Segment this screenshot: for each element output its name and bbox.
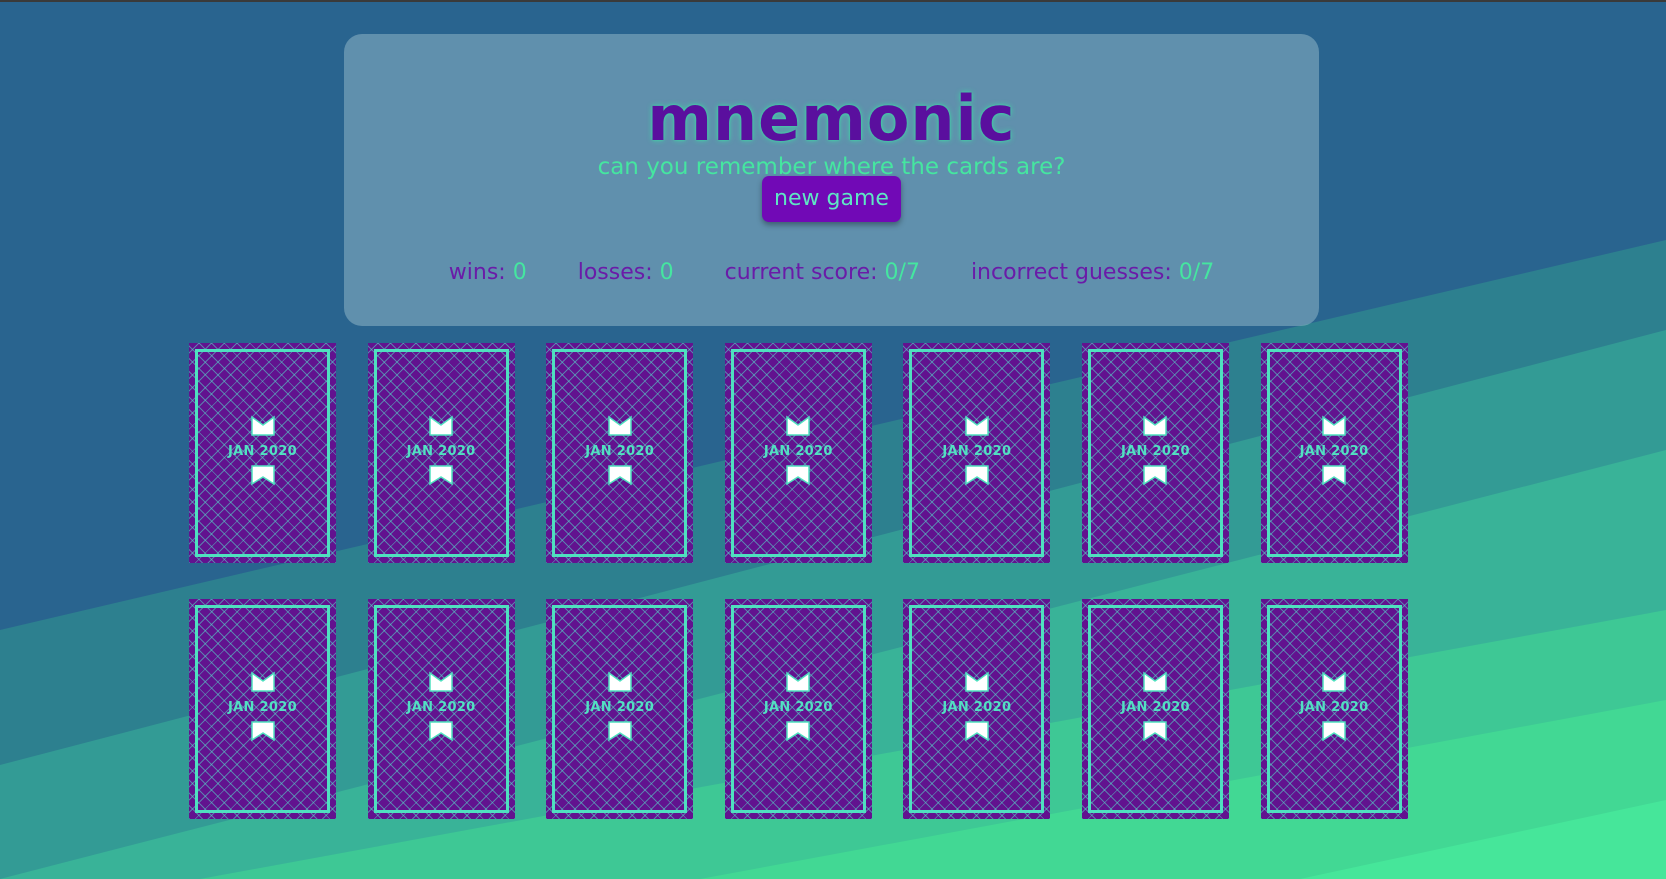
card-grid: JAN 2020 JAN 2020 JAN 2020 JAN 2020 JAN 2020… [189,343,1409,820]
memory-card[interactable]: JAN 2020 [903,343,1051,563]
crown-flag-icon [725,415,872,441]
card-label: JAN 2020 [406,700,476,715]
stat-wins: wins: 0 [449,258,527,288]
stat-value: 0/7 [884,260,920,285]
memory-card[interactable]: JAN 2020 [189,599,336,819]
card-emblem: JAN 2020 [725,415,872,490]
card-label: JAN 2020 [406,444,476,459]
crown-flag-icon [903,671,1050,697]
card-emblem: JAN 2020 [725,671,872,746]
crown-flag-icon [1261,415,1408,441]
crown-flag-icon [189,415,336,441]
stat-label: current score: [724,260,878,285]
window-top-border [0,0,1666,2]
bookmark-flag-icon [189,720,336,746]
card-label: JAN 2020 [1121,700,1190,715]
card-emblem: JAN 2020 [1082,671,1229,746]
stat-current-score: current score: 0/7 [725,258,920,288]
bookmark-flag-icon [1082,720,1229,746]
bookmark-flag-icon [725,720,872,746]
card-label: JAN 2020 [763,700,833,715]
crown-flag-icon [546,415,693,441]
bookmark-flag-icon [1261,464,1408,490]
bookmark-flag-icon [725,464,872,490]
stats-bar: wins: 0 losses: 0 current score: 0/7 inc… [344,258,1319,288]
memory-card[interactable]: JAN 2020 [367,599,515,819]
bookmark-flag-icon [368,464,515,490]
bookmark-flag-icon [1082,464,1229,490]
card-emblem: JAN 2020 [189,415,336,490]
crown-flag-icon [1261,671,1408,697]
card-emblem: JAN 2020 [546,415,693,490]
card-emblem: JAN 2020 [189,671,336,746]
card-emblem: JAN 2020 [903,415,1050,490]
card-label: JAN 2020 [1299,700,1369,715]
bookmark-flag-icon [903,464,1050,490]
card-emblem: JAN 2020 [368,671,515,746]
stat-label: losses: [577,260,653,285]
card-emblem: JAN 2020 [368,415,515,490]
card-label: JAN 2020 [942,700,1012,715]
crown-flag-icon [725,671,872,697]
memory-card[interactable]: JAN 2020 [724,599,872,819]
bookmark-flag-icon [189,464,336,490]
bookmark-flag-icon [903,720,1050,746]
bookmark-flag-icon [368,720,515,746]
card-label: JAN 2020 [942,444,1012,459]
card-label: JAN 2020 [585,444,655,459]
memory-card[interactable]: JAN 2020 [546,343,694,563]
card-emblem: JAN 2020 [1261,671,1408,746]
memory-card[interactable]: JAN 2020 [189,343,336,563]
stat-label: wins: [448,260,506,285]
card-label: JAN 2020 [585,700,655,715]
memory-card[interactable]: JAN 2020 [1081,343,1229,563]
memory-card[interactable]: JAN 2020 [546,599,694,819]
card-label: JAN 2020 [763,444,833,459]
crown-flag-icon [368,415,515,441]
card-emblem: JAN 2020 [546,671,693,746]
memory-card[interactable]: JAN 2020 [1260,343,1408,563]
game-title: mnemonic [647,82,1016,155]
header-panel: mnemonic can you remember where the card… [344,34,1319,326]
stat-losses: losses: 0 [578,258,674,288]
card-label: JAN 2020 [1299,444,1369,459]
memory-card[interactable]: JAN 2020 [903,599,1051,819]
stat-value: 0 [512,260,527,285]
crown-flag-icon [1082,671,1229,697]
stat-incorrect-guesses: incorrect guesses: 0/7 [971,258,1214,288]
card-label: JAN 2020 [1121,444,1190,459]
card-label: JAN 2020 [228,444,297,459]
memory-card[interactable]: JAN 2020 [724,343,872,563]
stat-value: 0/7 [1178,260,1215,285]
memory-card[interactable]: JAN 2020 [1260,599,1408,819]
card-emblem: JAN 2020 [1261,415,1408,490]
crown-flag-icon [546,671,693,697]
memory-card[interactable]: JAN 2020 [1081,599,1229,819]
stat-value: 0 [659,260,674,285]
memory-card[interactable]: JAN 2020 [367,343,515,563]
card-emblem: JAN 2020 [1082,415,1229,490]
stat-label: incorrect guesses: [970,260,1172,285]
bookmark-flag-icon [546,720,693,746]
crown-flag-icon [1082,415,1229,441]
card-label: JAN 2020 [228,700,297,715]
crown-flag-icon [903,415,1050,441]
bookmark-flag-icon [546,464,693,490]
card-emblem: JAN 2020 [903,671,1050,746]
bookmark-flag-icon [1261,720,1408,746]
crown-flag-icon [189,671,336,697]
new-game-button[interactable]: new game [762,176,901,222]
crown-flag-icon [368,671,515,697]
